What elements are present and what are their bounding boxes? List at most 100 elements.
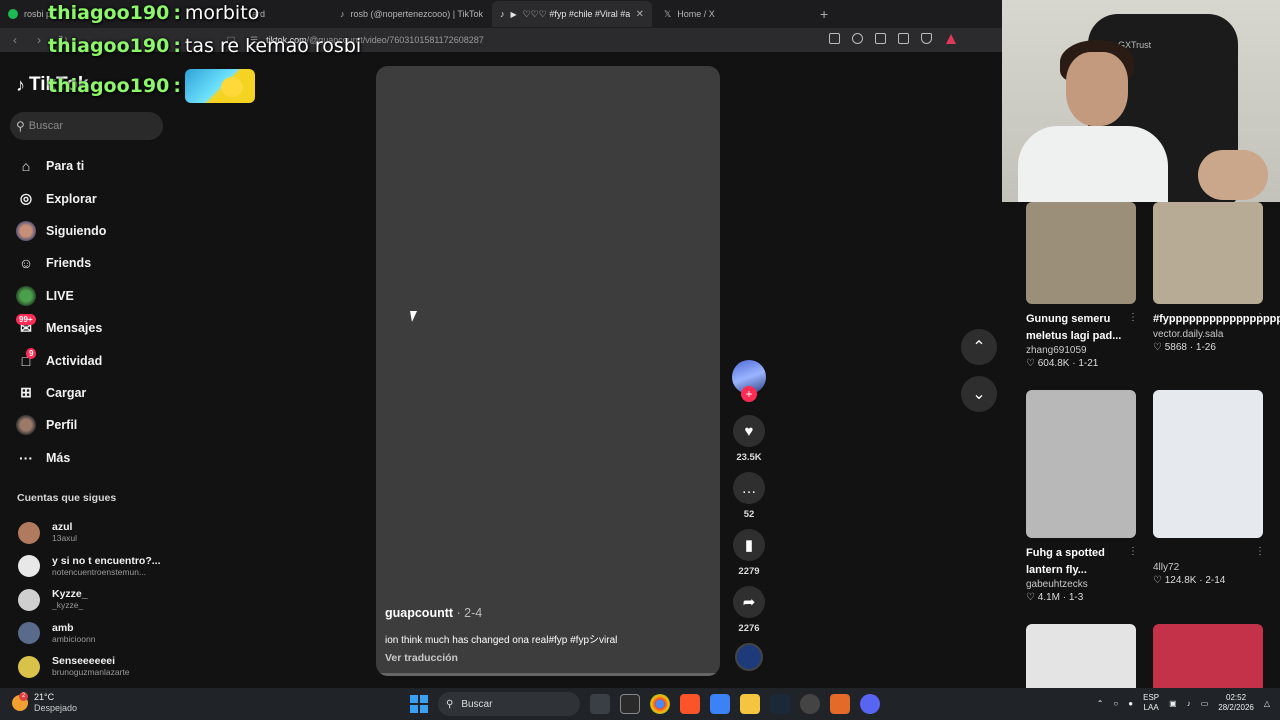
close-tab-icon[interactable]: ✕ [636, 9, 644, 20]
next-video-button[interactable]: ⌄ [961, 376, 997, 412]
taskbar-search-label: Buscar [461, 698, 493, 710]
volume-icon[interactable]: ♪ [1187, 699, 1191, 708]
music-disc-icon[interactable] [735, 643, 763, 671]
share-icon[interactable] [898, 33, 909, 44]
weather-widget[interactable]: 2 21°C Despejado [12, 692, 77, 714]
search-input[interactable]: ⚲ Buscar [10, 112, 163, 140]
account-avatar [18, 555, 40, 578]
video-progress-bar[interactable] [376, 673, 720, 676]
streamer-shirt [1018, 126, 1168, 202]
tab-tiktok-video[interactable]: ♪ ▶ ♡♡♡ #fyp #chile #Viral #arte ✕ [492, 1, 652, 27]
feed-card[interactable]: ⋮ Fuhg a spotted lantern fly... gabeuhtz… [1026, 390, 1138, 603]
comment-button[interactable]: … [733, 472, 765, 504]
video-thumbnail[interactable] [1153, 390, 1263, 538]
task-view-icon[interactable] [590, 694, 610, 714]
account-avatar [18, 655, 40, 678]
network-icon[interactable]: ▣ [1169, 699, 1177, 708]
brave-icon[interactable] [680, 694, 700, 714]
notification-bell-icon[interactable]: △ [1264, 699, 1270, 708]
clock-time: 02:52 [1226, 693, 1247, 702]
epic-games-icon[interactable] [620, 694, 640, 714]
feed-card[interactable] [1026, 624, 1138, 688]
obs-icon[interactable] [800, 694, 820, 714]
compass-icon: ◎ [19, 190, 33, 207]
battery-icon[interactable]: ▭ [1201, 699, 1209, 708]
follow-plus-icon[interactable]: + [741, 386, 757, 402]
zoom-icon[interactable] [852, 33, 863, 44]
tab-spotify[interactable]: rosbi p [0, 1, 52, 27]
feed-card[interactable]: ⋮ #fypppppppppppppppppppppp... vector.da… [1153, 202, 1280, 353]
sidebar-item-siguiendo[interactable]: Siguiendo [16, 215, 106, 247]
tab-x-home[interactable]: 𝕏 Home / X [652, 1, 812, 27]
save-button[interactable]: ▮ [733, 529, 765, 561]
headset-icon[interactable]: ○ [1113, 699, 1118, 708]
more-options-icon[interactable]: ⋮ [1255, 312, 1265, 323]
video-thumbnail[interactable] [1026, 390, 1136, 538]
account-name: Senseeeeeei [52, 655, 116, 668]
chat-text: tas re kemao rosbi [184, 34, 362, 57]
sidebar-item-cargar[interactable]: ⊞ Cargar [16, 377, 106, 409]
share-button[interactable]: ➦ [733, 586, 765, 618]
account-item[interactable]: y si no t encuentro?... notencuentroenste… [18, 550, 161, 584]
taskbar-search[interactable]: ⚲ Buscar [438, 692, 580, 716]
brave-rewards-icon[interactable] [946, 34, 956, 44]
more-options-icon[interactable]: ⋮ [1128, 546, 1138, 557]
account-item[interactable]: amb ambicioonn [18, 617, 161, 651]
tiktok-icon: ♪ [500, 9, 505, 19]
video-thumbnail[interactable] [1026, 202, 1136, 304]
feed-card[interactable]: ⋮ 4lly72 ♡ 124.8K · 2-14 [1153, 390, 1265, 586]
recommended-feed: ⋮ Gunung semeru meletus lagi pad... zhan… [1002, 202, 1280, 688]
video-thumbnail[interactable] [1153, 624, 1263, 688]
chat-text: morbito [184, 1, 260, 24]
language-indicator[interactable]: ESP LAA [1143, 693, 1159, 713]
creator-avatar[interactable]: + [732, 360, 766, 402]
file-explorer-icon[interactable] [740, 694, 760, 714]
video-thumbnail[interactable] [1153, 202, 1263, 304]
chat-message: thiagoo190: tas re kemao rosbi [48, 26, 361, 66]
sidebar-item-actividad[interactable]: □ 9 Actividad [16, 344, 106, 376]
feed-card[interactable]: ⋮ Gunung semeru meletus lagi pad... zhan… [1026, 202, 1138, 369]
live-icon [16, 285, 36, 306]
tray-chevron-icon[interactable]: ⌃ [1097, 699, 1104, 708]
sidebar-item-live[interactable]: LIVE [16, 280, 106, 312]
discord-icon[interactable] [860, 694, 880, 714]
like-button[interactable]: ♥ [733, 415, 765, 447]
feed-card[interactable] [1153, 624, 1265, 688]
sidebar-item-perfil[interactable]: Perfil [16, 409, 106, 441]
steam-icon[interactable] [770, 694, 790, 714]
account-item[interactable]: azul 13axul [18, 516, 161, 550]
sidebar-item-mensajes[interactable]: ✉ 99+ Mensajes [16, 312, 106, 344]
video-player[interactable]: guapcountt · 2-4 ion think much has chan… [376, 66, 720, 676]
sidebar-item-friends[interactable]: ☺ Friends [16, 247, 106, 279]
more-options-icon[interactable]: ⋮ [1255, 546, 1265, 557]
reader-mode-icon[interactable] [829, 33, 840, 44]
clock[interactable]: 02:52 28/2/2026 [1218, 693, 1254, 713]
sidebar-item-mas[interactable]: ··· Más [16, 442, 106, 474]
account-handle: 13axul [52, 533, 78, 544]
tiktok-sidebar: ♪ TikTok ⚲ Buscar ⌂ Para ti ◎ Explorar S… [0, 52, 175, 688]
account-item[interactable]: Senseeeeeei brunoguzmanlazarte [18, 650, 161, 684]
card-user: 4lly72 [1153, 562, 1180, 573]
more-options-icon[interactable]: ⋮ [1128, 312, 1138, 323]
new-tab-button[interactable]: + [820, 6, 828, 22]
speaker-icon[interactable]: ▶ [511, 10, 517, 19]
forward-button[interactable]: › [32, 33, 46, 47]
translate-link[interactable]: Ver traducción [385, 652, 458, 664]
previous-video-button[interactable]: ⌃ [961, 329, 997, 365]
app-icon[interactable] [830, 694, 850, 714]
brave-shields-icon[interactable] [921, 33, 932, 44]
video-thumbnail[interactable] [1026, 624, 1136, 688]
store-icon[interactable] [710, 694, 730, 714]
address-bar-icons [829, 33, 932, 44]
cast-icon[interactable] [875, 33, 886, 44]
sidebar-item-explorar[interactable]: ◎ Explorar [16, 182, 106, 214]
back-button[interactable]: ‹ [8, 33, 22, 47]
account-item[interactable]: Kyzze_ _kyzze_ [18, 583, 161, 617]
sidebar-item-para-ti[interactable]: ⌂ Para ti [16, 150, 106, 182]
card-meta: ♡ 604.8K · 1-21 [1026, 358, 1099, 369]
windows-start-icon[interactable] [410, 695, 428, 713]
mic-icon[interactable]: ● [1128, 699, 1133, 708]
chrome-icon[interactable] [650, 694, 670, 714]
video-author[interactable]: guapcountt · 2-4 [385, 606, 482, 620]
like-count: 23.5K [736, 452, 762, 463]
